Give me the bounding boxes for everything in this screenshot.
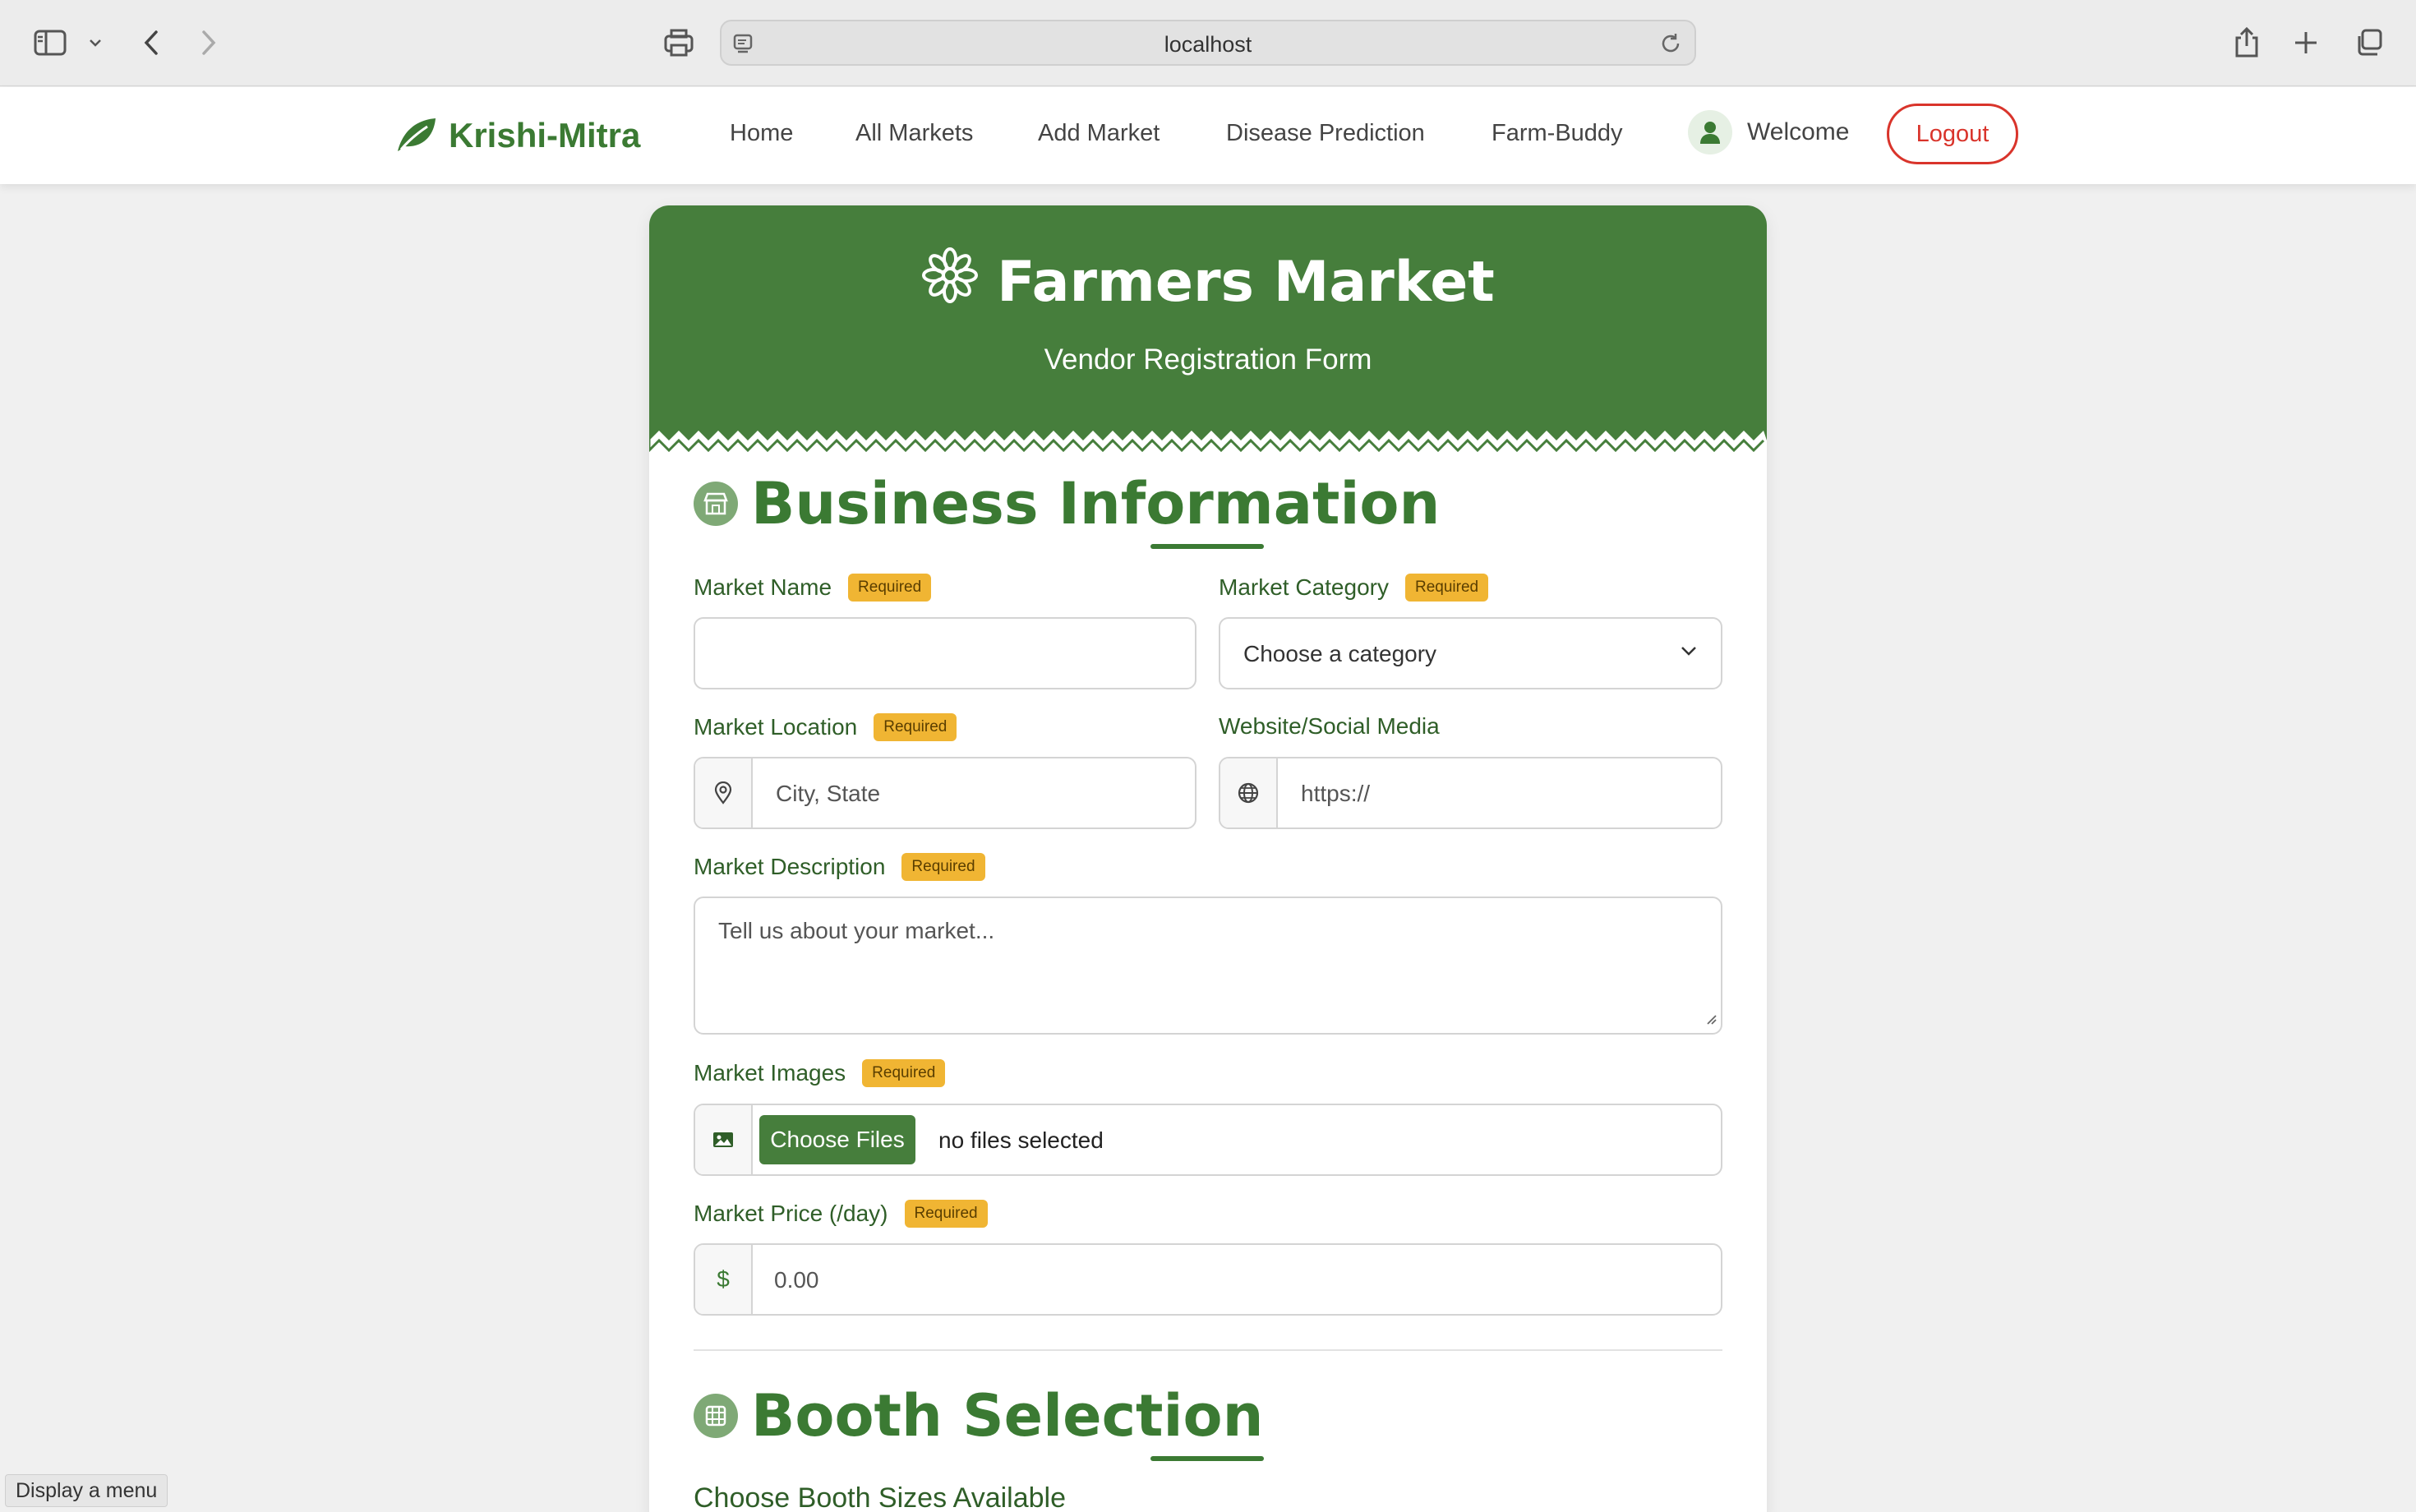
browser-toolbar: localhost — [0, 0, 2416, 86]
website-label: Website/Social Media — [1219, 713, 1440, 740]
market-category-selected: Choose a category — [1243, 641, 1437, 666]
market-category-label: Market Category Required — [1219, 574, 1489, 602]
market-description-placeholder: Tell us about your market... — [718, 918, 995, 943]
brand-logo[interactable]: Krishi-Mitra — [394, 112, 640, 159]
user-menu[interactable]: Welcome — [1688, 110, 1849, 154]
form-header: Farmers Market Vendor Registration Form — [649, 205, 1767, 459]
reload-icon[interactable] — [1658, 31, 1683, 60]
header-subtitle: Vendor Registration Form — [1044, 343, 1372, 376]
market-name-label: Market Name Required — [694, 574, 932, 602]
nav-link-all-markets[interactable]: All Markets — [855, 120, 973, 147]
brand-name: Krishi-Mitra — [449, 116, 641, 154]
required-badge: Required — [904, 1200, 988, 1228]
file-status-text: no files selected — [938, 1127, 1104, 1153]
header-title-text: Farmers Market — [997, 250, 1495, 315]
market-category-select[interactable]: Choose a category — [1219, 617, 1722, 689]
market-price-input[interactable]: $ 0.00 — [694, 1243, 1722, 1316]
nav-link-disease-prediction[interactable]: Disease Prediction — [1226, 120, 1425, 147]
section-divider — [694, 1349, 1722, 1351]
chevron-down-icon — [1680, 645, 1698, 661]
section-underline — [1150, 544, 1264, 549]
flower-icon — [921, 247, 979, 318]
store-icon — [694, 482, 738, 526]
nav-link-farm-buddy[interactable]: Farm-Buddy — [1492, 120, 1623, 147]
market-description-label: Market Description Required — [694, 853, 985, 881]
required-badge: Required — [862, 1059, 946, 1087]
forward-arrow-icon[interactable] — [196, 21, 222, 64]
required-badge: Required — [874, 713, 957, 741]
back-arrow-icon[interactable] — [138, 21, 164, 64]
market-name-input[interactable] — [694, 617, 1196, 689]
market-price-placeholder: 0.00 — [774, 1267, 819, 1293]
market-name-label-text: Market Name — [694, 574, 832, 600]
choose-files-button[interactable]: Choose Files — [759, 1115, 915, 1164]
chevron-down-icon[interactable] — [85, 21, 105, 64]
url-text: localhost — [1164, 32, 1252, 57]
market-location-input[interactable]: City, State — [694, 757, 1196, 829]
market-category-label-text: Market Category — [1219, 574, 1389, 600]
section-underline — [1150, 1456, 1264, 1461]
grid-icon — [694, 1394, 738, 1438]
section-title-booth: Booth Selection — [694, 1382, 1263, 1450]
logout-button[interactable]: Logout — [1887, 104, 2018, 164]
user-icon — [1688, 110, 1732, 154]
website-placeholder: https:// — [1301, 781, 1371, 806]
nav-link-add-market[interactable]: Add Market — [1038, 120, 1160, 147]
website-label-text: Website/Social Media — [1219, 713, 1440, 739]
market-description-label-text: Market Description — [694, 854, 886, 879]
share-icon[interactable] — [2230, 21, 2263, 64]
market-price-label-text: Market Price (/day) — [694, 1201, 888, 1226]
registration-card: Farmers Market Vendor Registration Form … — [649, 205, 1767, 1512]
section-title-booth-text: Booth Selection — [751, 1382, 1264, 1450]
market-images-label: Market Images Required — [694, 1059, 946, 1087]
site-navbar: Krishi-Mitra Home All Markets Add Market… — [0, 87, 2416, 184]
market-price-label: Market Price (/day) Required — [694, 1200, 988, 1228]
print-icon[interactable] — [661, 21, 697, 64]
zigzag-divider — [649, 426, 1767, 459]
nav-link-home[interactable]: Home — [730, 120, 793, 147]
globe-icon — [1220, 758, 1278, 827]
section-title-business: Business Information — [694, 470, 1440, 537]
market-images-input[interactable]: Choose Files no files selected — [694, 1104, 1722, 1176]
website-input[interactable]: https:// — [1219, 757, 1722, 829]
resize-handle-icon[interactable] — [1704, 1012, 1717, 1030]
welcome-text: Welcome — [1747, 118, 1850, 145]
sidebar-toggle-icon[interactable] — [31, 21, 69, 64]
new-tab-icon[interactable] — [2289, 21, 2322, 64]
dollar-icon: $ — [695, 1245, 753, 1314]
status-tooltip: Display a menu — [5, 1474, 168, 1507]
section-title-business-text: Business Information — [751, 470, 1441, 537]
market-location-placeholder: City, State — [776, 781, 881, 806]
leaf-icon — [394, 115, 437, 157]
required-badge: Required — [901, 853, 985, 881]
address-bar[interactable]: localhost — [720, 20, 1696, 66]
market-location-label-text: Market Location — [694, 714, 858, 740]
market-location-label: Market Location Required — [694, 713, 957, 741]
required-badge: Required — [848, 574, 932, 602]
location-pin-icon — [695, 758, 753, 827]
market-images-label-text: Market Images — [694, 1060, 846, 1086]
image-icon — [695, 1105, 753, 1174]
required-badge: Required — [1404, 574, 1489, 602]
market-description-textarea[interactable]: Tell us about your market... — [694, 897, 1722, 1035]
tab-overview-icon[interactable] — [2352, 21, 2385, 64]
header-title: Farmers Market — [649, 247, 1767, 318]
booth-subheading: Choose Booth Sizes Available — [694, 1482, 1067, 1512]
